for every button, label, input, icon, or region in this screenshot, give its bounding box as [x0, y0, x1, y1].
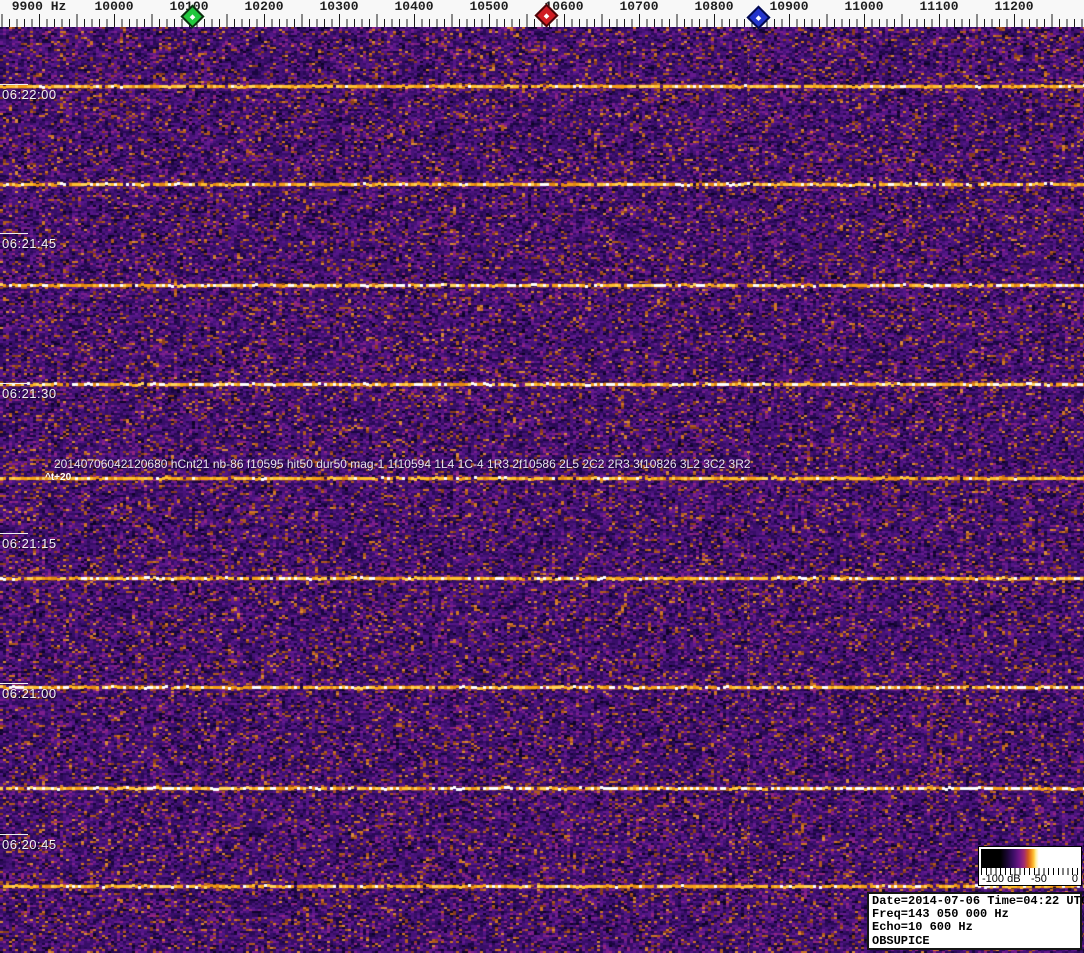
spectrum-lab-window: 9900 Hz 10000 10100 10200 10300 10400 10… [0, 0, 1084, 953]
info-station: OBSUPICE [872, 933, 930, 948]
time-label-062200: 06:22:00 [2, 87, 57, 102]
time-tick [0, 533, 28, 534]
time-label-062045: 06:20:45 [2, 837, 57, 852]
time-tick [0, 233, 28, 234]
legend-label-mid: -50 [1031, 873, 1047, 885]
db-color-scale-legend: -100 dB -50 0 [978, 846, 1082, 886]
legend-label-min: -100 dB [982, 873, 1021, 885]
info-echo: Echo=10 600 Hz [872, 920, 973, 935]
time-label-062115: 06:21:15 [2, 536, 57, 551]
time-tick [0, 834, 28, 835]
time-tick [0, 84, 28, 85]
freq-label-10500: 10500 [467, 0, 511, 14]
freq-label-10700: 10700 [617, 0, 661, 14]
time-label-062100: 06:21:00 [2, 686, 57, 701]
time-tick [0, 383, 28, 384]
freq-label-10300: 10300 [317, 0, 361, 14]
freq-label-10200: 10200 [242, 0, 286, 14]
colormap-gradient-bar [981, 849, 1079, 868]
freq-label-11100: 11100 [917, 0, 961, 14]
freq-label-10000: 10000 [92, 0, 136, 14]
freq-label-9900: 9900 Hz [9, 0, 69, 14]
freq-label-10900: 10900 [767, 0, 811, 14]
freq-label-10800: 10800 [692, 0, 736, 14]
legend-label-max: 0 [1071, 873, 1078, 885]
meteor-event-annotation: 20140706042120680 hCnt21 nb-86 f10595 hi… [54, 457, 751, 471]
freq-label-11200: 11200 [992, 0, 1036, 14]
spectrogram-waterfall [0, 27, 1084, 953]
observation-info-box: Date=2014-07-06 Time=04:22 UTC Freq=143 … [867, 892, 1084, 950]
freq-label-10400: 10400 [392, 0, 436, 14]
time-label-062130: 06:21:30 [2, 386, 57, 401]
time-offset-label: ^t+20 [45, 472, 72, 483]
time-tick [0, 683, 28, 684]
time-label-062145: 06:21:45 [2, 236, 57, 251]
freq-label-11000: 11000 [842, 0, 886, 14]
